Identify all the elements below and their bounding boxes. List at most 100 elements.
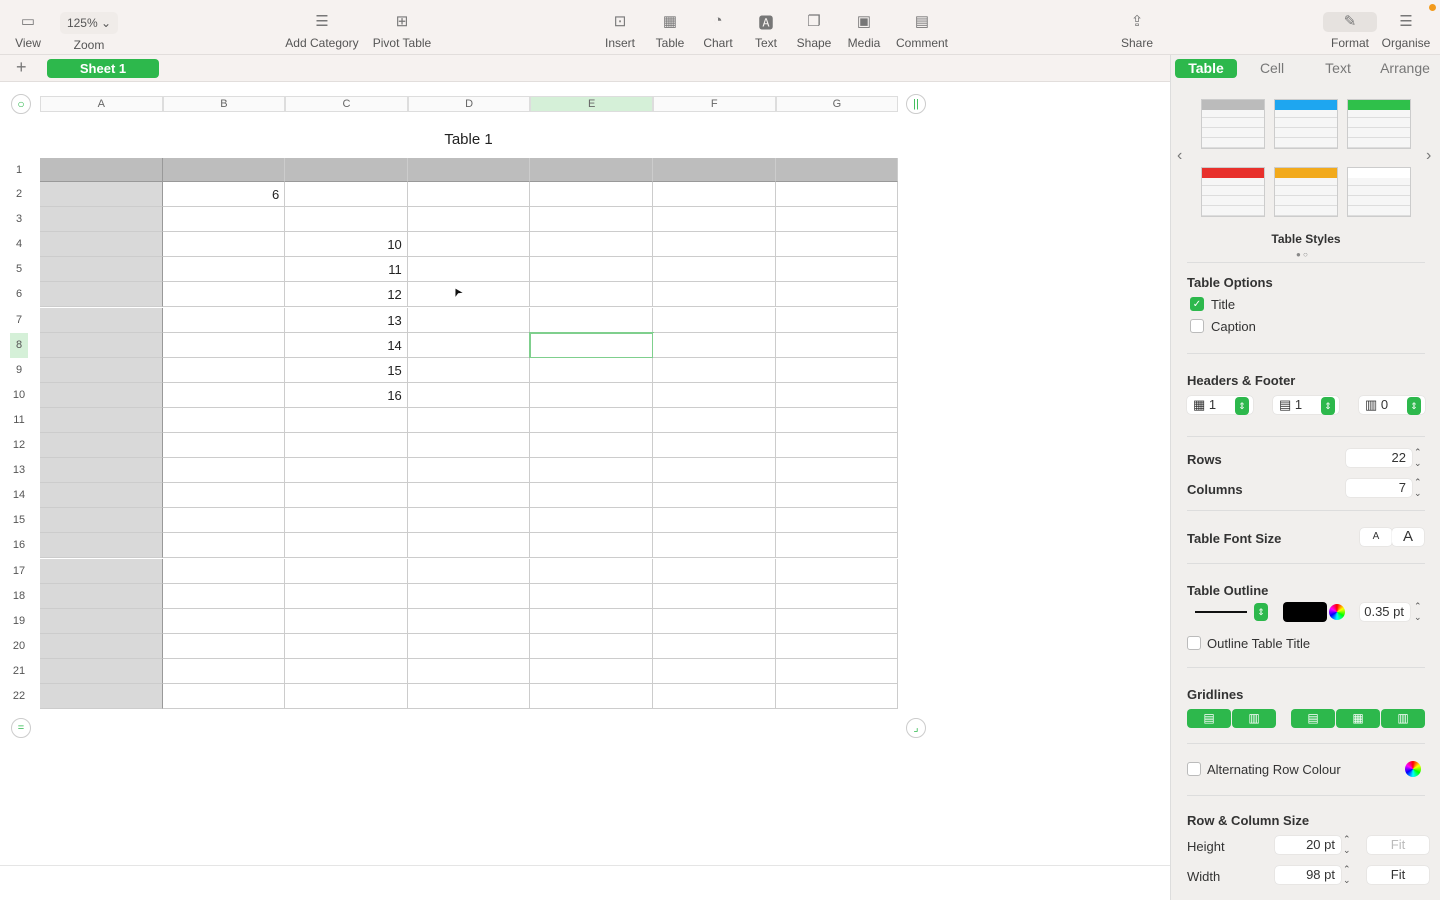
table-cell[interactable] bbox=[162, 282, 286, 308]
table-cell[interactable] bbox=[653, 508, 776, 534]
resize-table-handle[interactable]: ⌟ bbox=[906, 718, 926, 738]
table-cell[interactable] bbox=[530, 508, 653, 534]
table-cell[interactable] bbox=[530, 257, 653, 283]
table-cell[interactable] bbox=[775, 608, 899, 634]
row-header[interactable]: 11 bbox=[10, 408, 28, 433]
table-cell[interactable]: 13 bbox=[285, 307, 408, 333]
table-title[interactable]: Table 1 bbox=[40, 131, 897, 148]
column-header-D[interactable]: D bbox=[407, 96, 531, 112]
table-cell[interactable] bbox=[653, 658, 776, 684]
table-cell[interactable] bbox=[407, 558, 531, 584]
column-header-A[interactable]: A bbox=[40, 96, 163, 112]
column-header-G[interactable]: G bbox=[775, 96, 899, 112]
table-cell[interactable] bbox=[530, 182, 653, 208]
header-row-gridlines-button[interactable]: ▤ bbox=[1291, 709, 1335, 728]
add-column-handle[interactable]: || bbox=[906, 94, 926, 114]
table-cell[interactable] bbox=[530, 533, 653, 559]
table-cell[interactable] bbox=[407, 158, 531, 182]
select-table-handle[interactable]: ○ bbox=[11, 94, 31, 114]
columns-field[interactable]: 7 bbox=[1346, 479, 1412, 497]
table-cell[interactable] bbox=[775, 257, 899, 283]
table-cell[interactable] bbox=[407, 458, 531, 484]
table-cell[interactable] bbox=[775, 433, 899, 459]
table-cell[interactable] bbox=[775, 658, 899, 684]
table-cell[interactable] bbox=[653, 633, 776, 659]
table-cell[interactable] bbox=[530, 583, 653, 609]
horizontal-gridlines-button[interactable]: ▤ bbox=[1187, 709, 1231, 728]
table-cell[interactable] bbox=[530, 433, 653, 459]
table-cell[interactable] bbox=[162, 458, 286, 484]
table-cell[interactable] bbox=[40, 332, 163, 358]
table-cell[interactable] bbox=[162, 533, 286, 559]
table-cell[interactable] bbox=[40, 257, 163, 283]
table-cell[interactable] bbox=[285, 433, 408, 459]
outline-width-field[interactable]: 0.35 pt bbox=[1360, 603, 1410, 621]
column-header-C[interactable]: C bbox=[285, 96, 408, 112]
table-style-option[interactable] bbox=[1201, 99, 1265, 149]
outline-color-well[interactable] bbox=[1283, 602, 1327, 622]
table-cell[interactable] bbox=[530, 407, 653, 433]
fit-height-button[interactable]: Fit bbox=[1367, 836, 1429, 854]
row-header[interactable]: 3 bbox=[10, 207, 28, 232]
table-cell[interactable] bbox=[162, 332, 286, 358]
table-cell[interactable] bbox=[775, 458, 899, 484]
table-cell[interactable] bbox=[162, 433, 286, 459]
table-cell[interactable] bbox=[775, 382, 899, 408]
comment-button[interactable]: ▤ Comment bbox=[887, 12, 957, 50]
table-cell[interactable] bbox=[775, 307, 899, 333]
table-cell[interactable] bbox=[530, 684, 653, 710]
table-cell[interactable] bbox=[775, 483, 899, 509]
table-cell[interactable] bbox=[162, 158, 286, 182]
tab-arrange[interactable]: Arrange bbox=[1373, 59, 1437, 78]
table-cell[interactable] bbox=[407, 658, 531, 684]
table-cell[interactable] bbox=[407, 533, 531, 559]
table-cell[interactable] bbox=[530, 658, 653, 684]
table-cell[interactable] bbox=[40, 433, 163, 459]
table-cell[interactable] bbox=[162, 257, 286, 283]
table-cell[interactable] bbox=[407, 257, 531, 283]
table-cell[interactable] bbox=[653, 232, 776, 258]
table-cell[interactable] bbox=[530, 158, 653, 182]
table-style-option[interactable] bbox=[1274, 167, 1338, 217]
table-cell[interactable] bbox=[530, 558, 653, 584]
table-cell[interactable] bbox=[775, 633, 899, 659]
table-cell[interactable] bbox=[653, 533, 776, 559]
table-cell[interactable] bbox=[653, 357, 776, 383]
row-header[interactable]: 12 bbox=[10, 433, 28, 458]
table-cell[interactable] bbox=[40, 533, 163, 559]
table-cell[interactable] bbox=[162, 357, 286, 383]
table-cell[interactable] bbox=[775, 158, 899, 182]
row-header[interactable]: 19 bbox=[10, 609, 28, 634]
table-cell[interactable] bbox=[162, 407, 286, 433]
table-cell[interactable] bbox=[162, 633, 286, 659]
pivot-table-button[interactable]: ⊞ Pivot Table bbox=[367, 12, 437, 50]
table-cell[interactable] bbox=[162, 307, 286, 333]
chevron-right-icon[interactable]: › bbox=[1426, 147, 1431, 165]
table-cell[interactable] bbox=[40, 207, 163, 233]
table-cell[interactable] bbox=[40, 508, 163, 534]
title-checkbox[interactable]: ✓ bbox=[1190, 297, 1204, 311]
table-cell[interactable] bbox=[775, 533, 899, 559]
table-cell[interactable] bbox=[285, 508, 408, 534]
table-cell[interactable] bbox=[407, 407, 531, 433]
tab-table[interactable]: Table bbox=[1175, 59, 1237, 78]
zoom-select[interactable]: 125% ⌄ bbox=[60, 12, 118, 34]
table-cell[interactable] bbox=[653, 307, 776, 333]
table-cell[interactable] bbox=[40, 633, 163, 659]
table-cell[interactable] bbox=[407, 633, 531, 659]
table-cell[interactable] bbox=[653, 558, 776, 584]
table-cell[interactable] bbox=[775, 182, 899, 208]
table-cell[interactable] bbox=[530, 382, 653, 408]
table-cell[interactable] bbox=[40, 483, 163, 509]
caption-checkbox[interactable] bbox=[1190, 319, 1204, 333]
footer-rows-stepper[interactable]: ⇕ bbox=[1407, 397, 1421, 415]
table-cell[interactable] bbox=[407, 232, 531, 258]
table-cell[interactable] bbox=[407, 382, 531, 408]
table-cell[interactable] bbox=[162, 232, 286, 258]
table-cell[interactable] bbox=[653, 483, 776, 509]
table-cell[interactable]: 10 bbox=[285, 232, 408, 258]
table-cell[interactable] bbox=[775, 684, 899, 710]
table-cell[interactable] bbox=[40, 158, 163, 182]
table-cell[interactable] bbox=[285, 182, 408, 208]
tab-cell[interactable]: Cell bbox=[1241, 59, 1303, 78]
